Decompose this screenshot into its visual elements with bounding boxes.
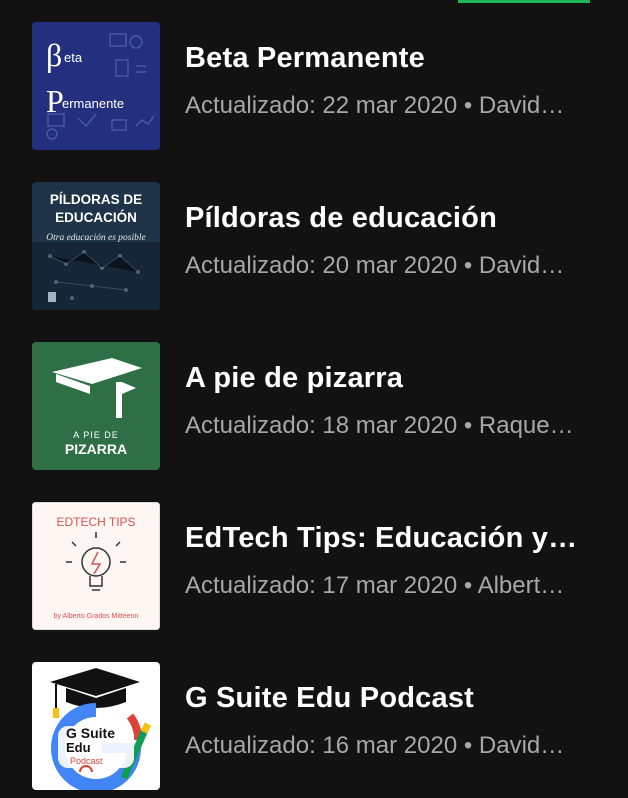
cover-text-line-1: PÍLDORAS DE: [50, 192, 142, 207]
podcast-row-edtech-tips[interactable]: EDTECH TIPS by Alberto Grados Mitteenn E…: [0, 502, 628, 630]
podcast-subtitle: Actualizado: 16 mar 2020 • David…: [185, 732, 565, 759]
active-tab-indicator: [458, 0, 590, 3]
podcast-title: G Suite Edu Podcast: [185, 682, 475, 714]
cover-text-line-3: Podcast: [70, 756, 103, 766]
podcast-title: A pie de pizarra: [185, 362, 404, 394]
podcast-subtitle: Actualizado: 22 mar 2020 • David…: [185, 92, 565, 119]
podcast-title: Píldoras de educación: [185, 202, 498, 234]
podcast-cover-pildoras-de-educacion: PÍLDORAS DE EDUCACIÓN Otra educación es …: [32, 182, 160, 310]
cover-text-line-2: PIZARRA: [65, 441, 127, 457]
cover-text-line-2: EDUCACIÓN: [55, 210, 137, 225]
cover-text-line-2: Edu: [66, 740, 91, 755]
podcast-row-a-pie-de-pizarra[interactable]: A PIE DE PIZARRA A pie de pizarra Actual…: [0, 342, 628, 470]
podcast-title: Beta Permanente: [185, 42, 425, 74]
cover-text-line-2: ermanente: [62, 96, 124, 111]
podcast-subtitle: Actualizado: 18 mar 2020 • Raque…: [185, 412, 574, 439]
podcast-cover-beta-permanente: β eta P ermanente: [32, 22, 160, 150]
podcast-cover-edtech-tips: EDTECH TIPS by Alberto Grados Mitteenn: [32, 502, 160, 630]
podcast-title: EdTech Tips: Educación y…: [185, 522, 578, 554]
cover-text-line-1: EDTECH TIPS: [56, 515, 135, 529]
podcast-cover-a-pie-de-pizarra: A PIE DE PIZARRA: [32, 342, 160, 470]
cover-text-line-2: by Alberto Grados Mitteenn: [54, 613, 139, 620]
svg-text:β: β: [46, 37, 62, 73]
podcast-row-g-suite-edu-podcast[interactable]: G Suite Edu Podcast G Suite Edu Podcast …: [0, 662, 628, 790]
podcast-subtitle: Actualizado: 20 mar 2020 • David…: [185, 252, 565, 279]
podcast-row-pildoras-de-educacion[interactable]: PÍLDORAS DE EDUCACIÓN Otra educación es …: [0, 182, 628, 310]
cover-text-line-1: eta: [64, 50, 83, 65]
cover-text-line-1: A PIE DE: [73, 430, 119, 440]
podcast-subtitle: Actualizado: 17 mar 2020 • Albert…: [185, 572, 565, 599]
cover-text-line-1: G Suite: [66, 725, 115, 741]
podcast-cover-g-suite-edu-podcast: G Suite Edu Podcast: [32, 662, 160, 790]
cover-text-line-3: Otra educación es posible: [46, 233, 145, 243]
podcast-row-beta-permanente[interactable]: β eta P ermanente Beta Permanente Actual…: [0, 22, 628, 150]
